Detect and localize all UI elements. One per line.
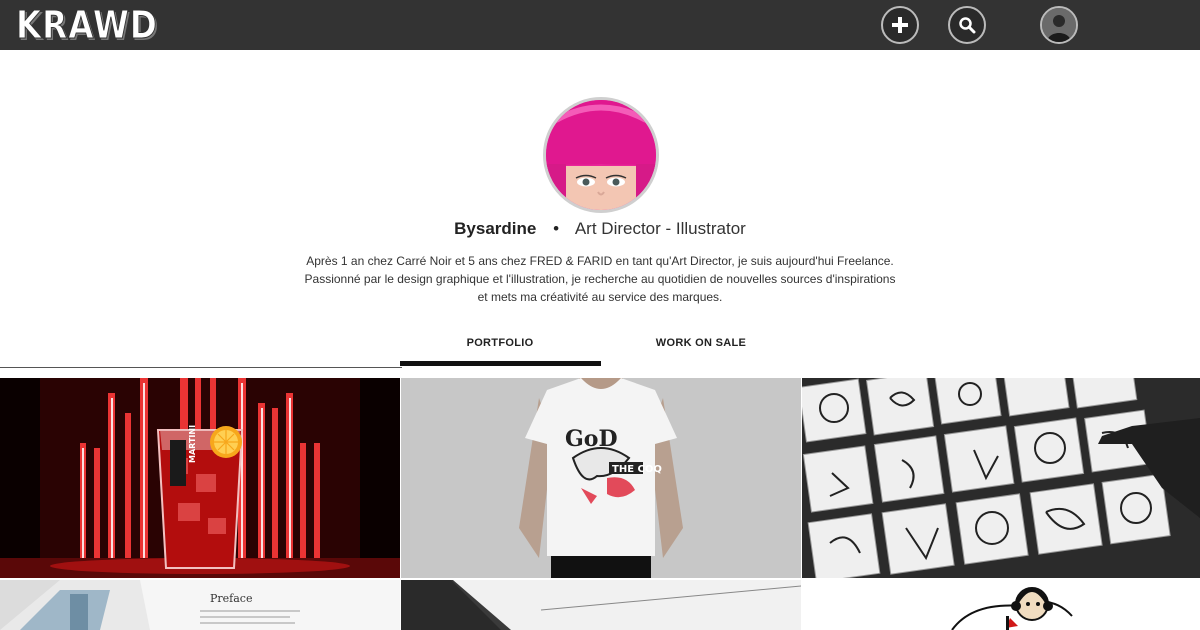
bio-line: et mets ma créativité au service des mar…	[477, 290, 723, 304]
martini-neon-image: MARTINI	[0, 378, 400, 578]
portfolio-tile-illustrations[interactable]	[802, 378, 1200, 578]
profile-name[interactable]: Bysardine	[454, 219, 536, 238]
profile-heading: Bysardine • Art Director - Illustrator	[0, 219, 1200, 239]
tshirt-model-image: GoD THE COQ	[401, 378, 801, 578]
tshirt-print-label: THE COQ	[612, 464, 662, 475]
krawd-logo[interactable]: KRAWD	[16, 2, 158, 48]
search-button[interactable]	[948, 6, 986, 44]
book-perfume-image: Preface	[0, 580, 400, 630]
portfolio-tile-tshirt[interactable]: GoD THE COQ	[401, 378, 801, 578]
portfolio-tile-martini[interactable]: MARTINI	[0, 378, 400, 578]
bio-line: Après 1 an chez Carré Noir et 5 ans chez…	[306, 254, 894, 268]
active-tab-indicator	[400, 361, 601, 366]
preface-title: Preface	[210, 592, 252, 605]
user-photo-icon	[1042, 8, 1076, 42]
martini-label: MARTINI	[188, 425, 197, 463]
profile-bio: Après 1 an chez Carré Noir et 5 ans chez…	[250, 252, 950, 306]
bio-line: Passionné par le design graphique et l'i…	[304, 272, 896, 286]
search-icon	[959, 17, 976, 34]
separator-dot: •	[553, 219, 560, 238]
portfolio-tile-book[interactable]: Preface	[0, 580, 400, 630]
top-navigation-bar: KRAWD	[0, 0, 1200, 50]
tabs-divider	[0, 367, 402, 368]
illustration-sheets-image	[802, 378, 1200, 578]
portfolio-tile-sketch[interactable]	[401, 580, 801, 630]
bw-sketch-image	[401, 580, 801, 630]
profile-photo-icon	[546, 100, 656, 210]
plus-icon	[892, 17, 908, 33]
tab-portfolio[interactable]: PORTFOLIO	[400, 333, 600, 363]
add-button[interactable]	[881, 6, 919, 44]
user-avatar[interactable]	[1040, 6, 1078, 44]
profile-avatar	[543, 97, 659, 213]
pug-headphones-image	[802, 580, 1200, 630]
profile-role: Art Director - Illustrator	[574, 219, 746, 238]
profile-tabs: PORTFOLIO WORK ON SALE	[400, 333, 802, 369]
tab-work-on-sale[interactable]: WORK ON SALE	[601, 333, 801, 363]
portfolio-tile-pug[interactable]	[802, 580, 1200, 630]
